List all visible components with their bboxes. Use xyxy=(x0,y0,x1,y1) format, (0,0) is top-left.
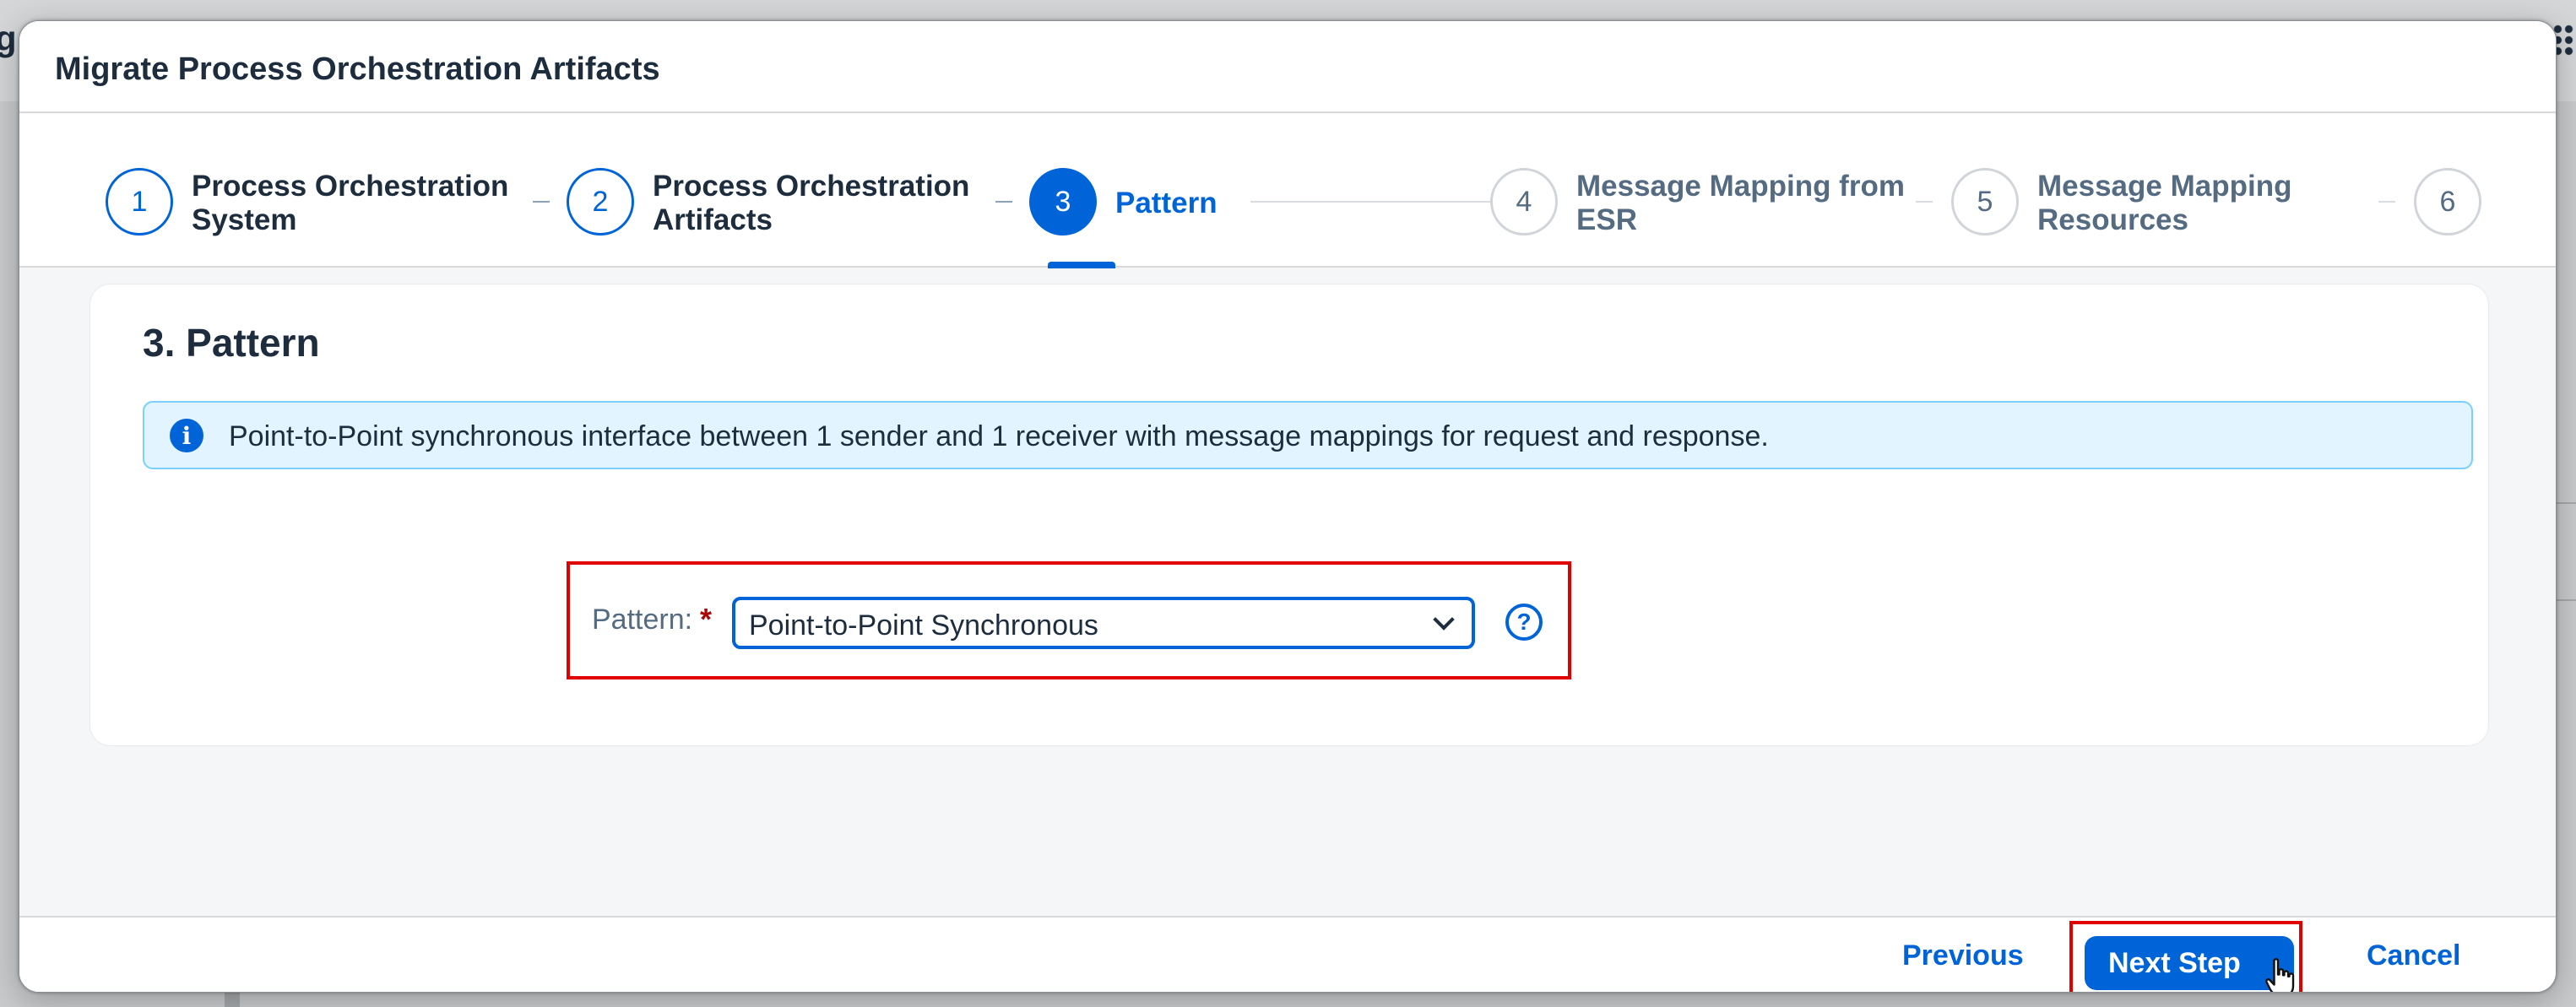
step-2-label-line1: Process Orchestration xyxy=(653,170,970,203)
step-separator xyxy=(533,201,550,203)
step-1-label-line2: System xyxy=(192,203,297,236)
required-marker: * xyxy=(700,602,713,636)
background-divider xyxy=(2554,502,2576,504)
info-message-strip: i Point-to-Point synchronous interface b… xyxy=(143,401,2473,469)
info-icon: i xyxy=(170,419,203,452)
pattern-field-highlight: Pattern: * Point-to-Point Synchronous ? xyxy=(567,561,1571,679)
dialog-title: Migrate Process Orchestration Artifacts xyxy=(55,51,660,87)
step-6-number: 6 xyxy=(2414,168,2481,236)
background-divider xyxy=(2554,599,2576,601)
background-app-title-fragment: g xyxy=(0,19,17,58)
step-separator xyxy=(1916,201,1933,203)
wizard-progress-bar: 1 Process Orchestration System 2 Process… xyxy=(19,114,2556,268)
pattern-selected-value: Point-to-Point Synchronous xyxy=(749,609,1098,642)
pattern-step-card: 3. Pattern i Point-to-Point synchronous … xyxy=(90,284,2488,745)
cancel-button[interactable]: Cancel xyxy=(2367,939,2461,972)
pattern-select[interactable]: Point-to-Point Synchronous xyxy=(732,597,1475,649)
step-4-label: Message Mapping from ESR xyxy=(1576,170,1931,237)
step-2-label-line2: Artifacts xyxy=(653,203,773,236)
step-1-label-line1: Process Orchestration xyxy=(192,170,509,203)
dialog-header: Migrate Process Orchestration Artifacts xyxy=(19,21,2556,113)
step-5-label-line1: Message Mapping xyxy=(2037,170,2292,203)
help-icon[interactable]: ? xyxy=(1505,604,1543,641)
step-2-number: 2 xyxy=(567,168,634,236)
step-1-number: 1 xyxy=(106,168,173,236)
step-1-label: Process Orchestration System xyxy=(192,170,546,237)
migrate-dialog: Migrate Process Orchestration Artifacts … xyxy=(19,20,2557,993)
info-message-text: Point-to-Point synchronous interface bet… xyxy=(229,420,1769,452)
step-3-number: 3 xyxy=(1029,168,1097,236)
step-5-label-line2: Resources xyxy=(2037,203,2188,236)
step-separator xyxy=(2378,201,2395,203)
step-5-number: 5 xyxy=(1951,168,2019,236)
active-step-indicator xyxy=(1048,262,1115,268)
step-2-label: Process Orchestration Artifacts xyxy=(653,170,1007,237)
hand-pointer-icon xyxy=(2265,958,2295,992)
pattern-label: Pattern: xyxy=(592,604,693,636)
step-separator xyxy=(1250,201,1490,203)
step-5-label: Message Mapping Resources xyxy=(2037,170,2375,237)
dialog-footer: Previous Next Step Cancel xyxy=(19,916,2556,992)
step-separator xyxy=(995,201,1012,203)
previous-button[interactable]: Previous xyxy=(1902,939,2024,972)
step-heading: 3. Pattern xyxy=(143,321,320,365)
step-3-label: Pattern xyxy=(1115,187,1217,219)
step-4-label-line2: ESR xyxy=(1576,203,1637,236)
chevron-down-icon[interactable] xyxy=(1433,609,1455,631)
step-4-label-line1: Message Mapping from xyxy=(1576,170,1905,203)
step-4-number: 4 xyxy=(1490,168,1558,236)
next-step-button[interactable]: Next Step xyxy=(2085,936,2294,990)
